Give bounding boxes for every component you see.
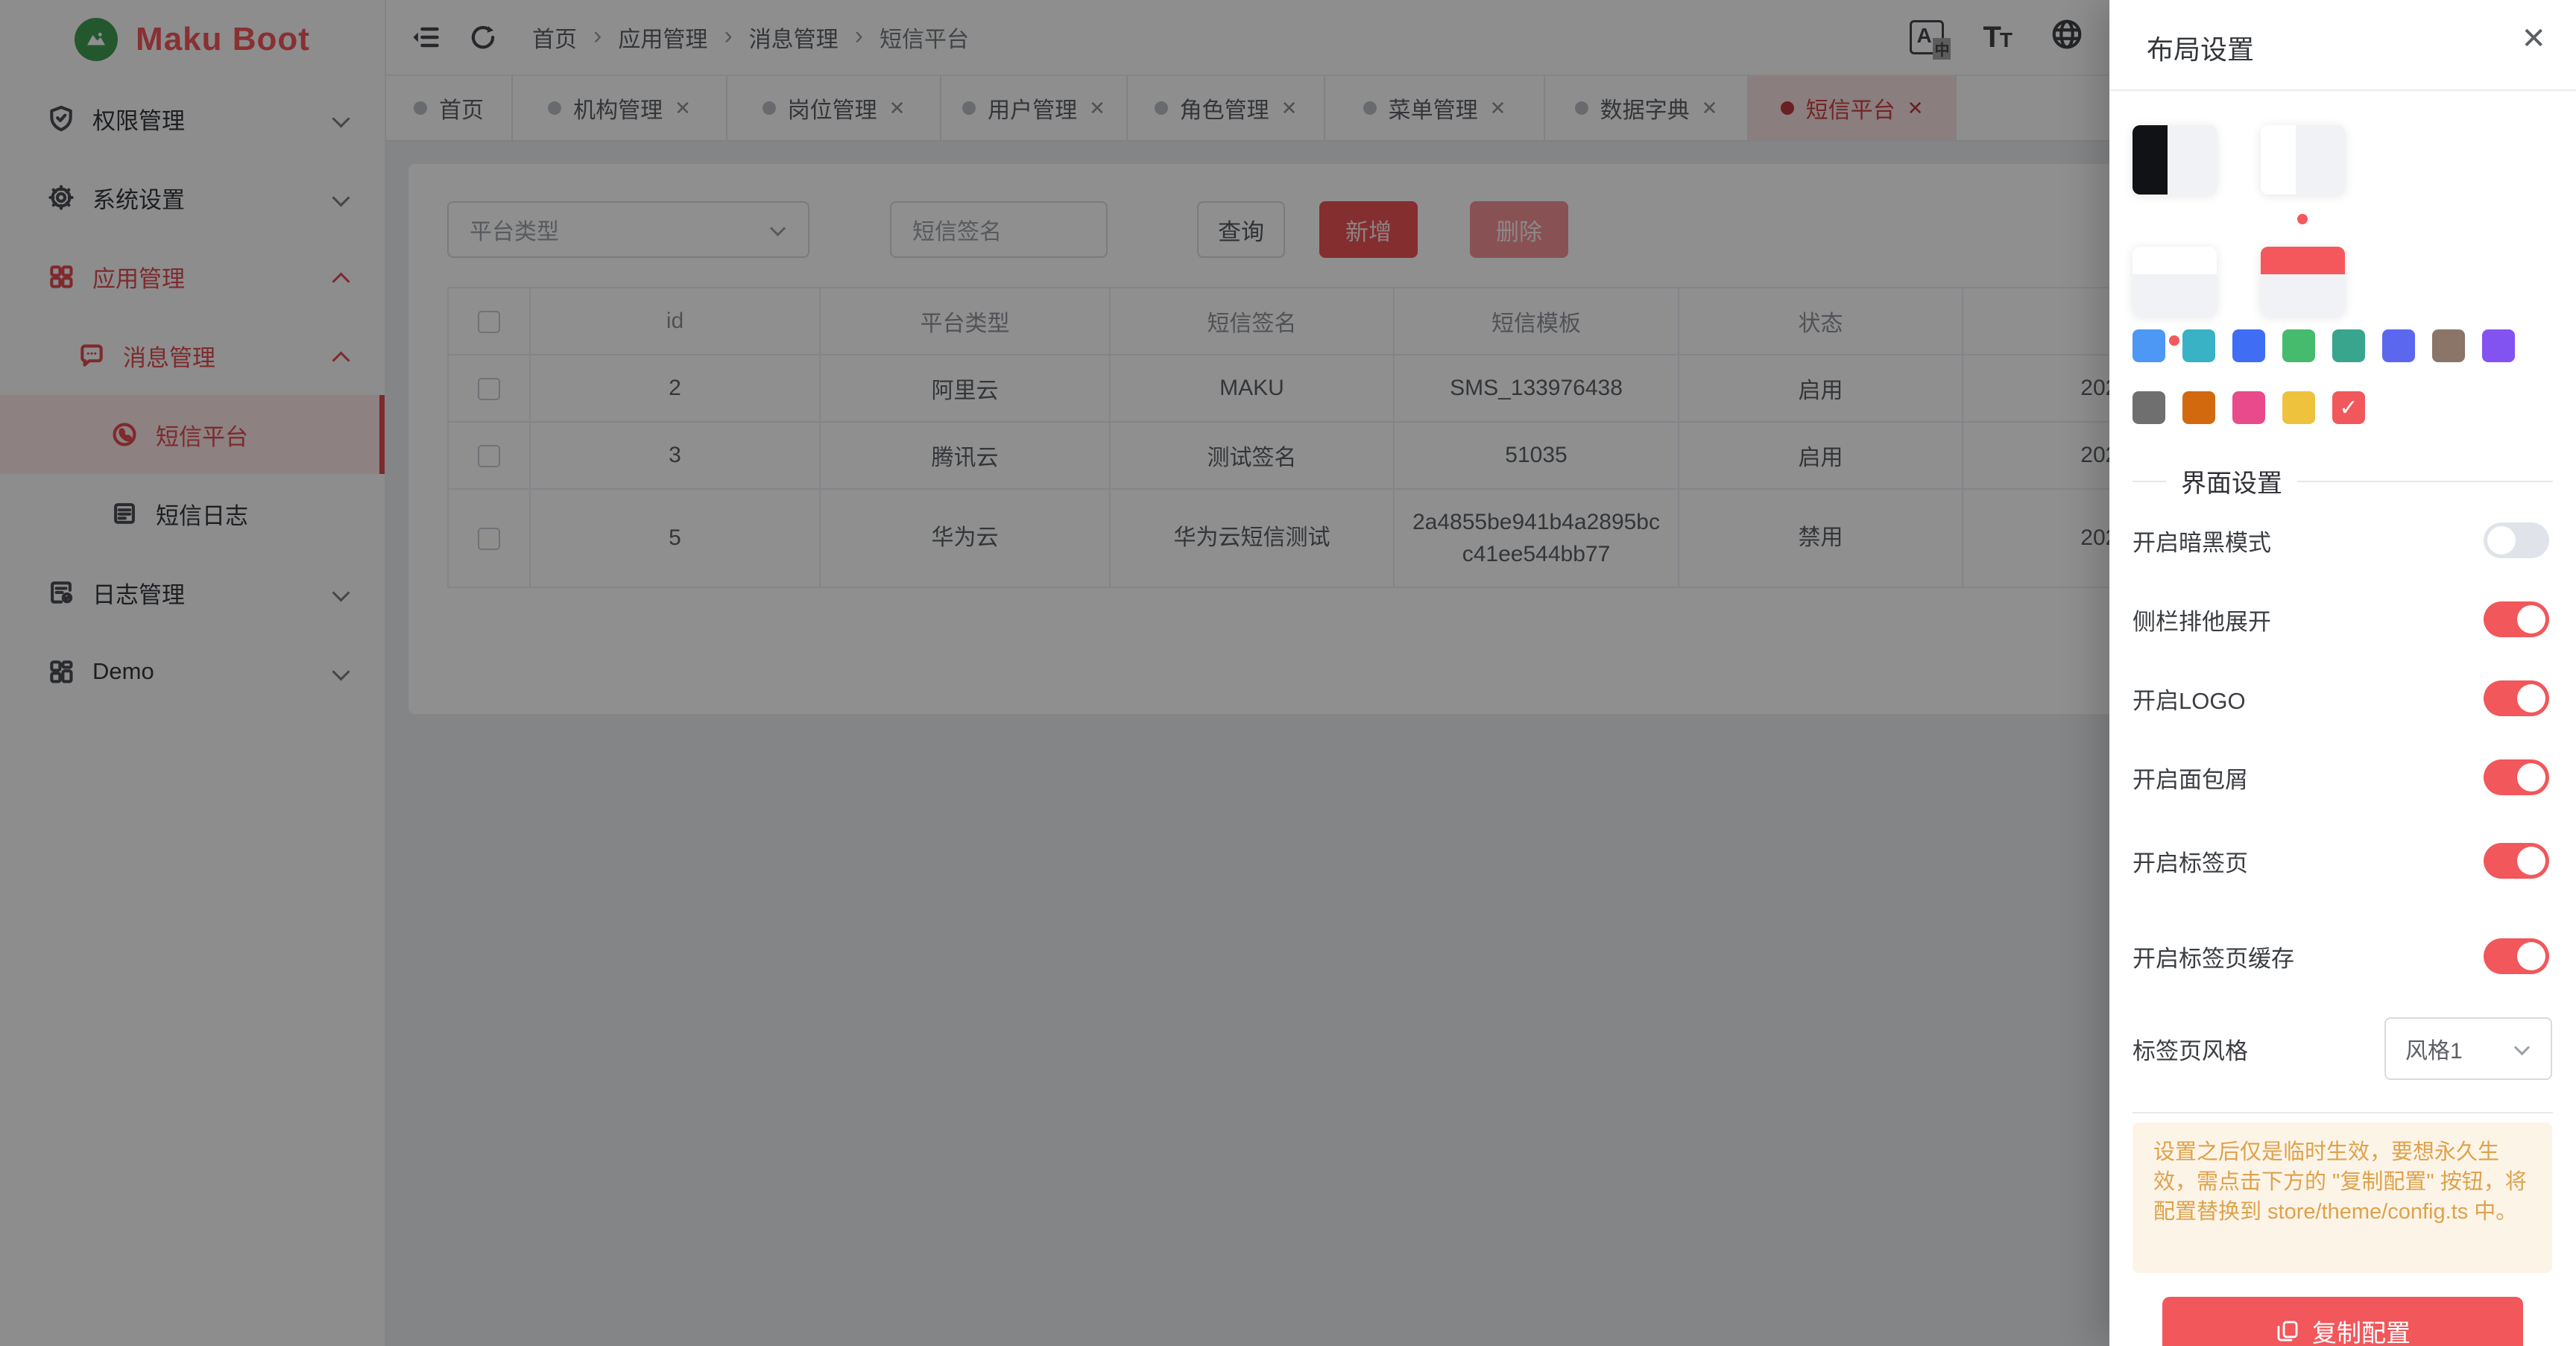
theme-color-swatch[interactable]: [2282, 329, 2315, 362]
light-header-strip: [2133, 247, 2217, 274]
copy-config-button[interactable]: 复制配置: [2162, 1297, 2523, 1346]
theme-color-row-2: ✓: [2133, 391, 2365, 424]
breadcrumb-toggle[interactable]: [2484, 759, 2549, 795]
setting-label: 开启LOGO: [2133, 682, 2246, 715]
theme-color-swatch[interactable]: [2232, 329, 2265, 362]
setting-breadcrumb: 开启面包屑: [2133, 759, 2549, 795]
layout-option-dark-sidebar[interactable]: [2133, 125, 2217, 195]
setting-tabs: 开启标签页: [2133, 843, 2549, 879]
setting-logo: 开启LOGO: [2133, 680, 2549, 716]
drawer-divider: [2133, 1112, 2553, 1113]
setting-label: 开启标签页缓存: [2133, 940, 2294, 973]
interface-settings-divider: 界面设置: [2133, 463, 2553, 499]
red-header-strip: [2261, 247, 2345, 274]
logo-toggle[interactable]: [2484, 680, 2549, 716]
app-window: Maku Boot 权限管理 系统设置 应用管理 消息管理: [0, 0, 2576, 1346]
selected-layout-dot: [2297, 214, 2308, 224]
theme-color-swatch[interactable]: [2133, 391, 2165, 424]
theme-color-swatch[interactable]: [2382, 329, 2415, 362]
tab-cache-toggle[interactable]: [2484, 938, 2549, 974]
copy-config-label: 复制配置: [2312, 1313, 2411, 1346]
light-sidebar-strip: [2261, 125, 2296, 195]
theme-color-swatch[interactable]: [2182, 391, 2215, 424]
tab-style-value: 风格1: [2405, 1032, 2463, 1065]
setting-sidebar-accordion: 侧栏排他展开: [2133, 601, 2549, 637]
chevron-down-icon: [2515, 1040, 2531, 1057]
tabs-toggle[interactable]: [2484, 843, 2549, 879]
theme-color-swatch[interactable]: [2133, 329, 2165, 362]
header-option-primary[interactable]: [2261, 247, 2345, 316]
copy-icon: [2275, 1318, 2300, 1344]
setting-label: 开启面包屑: [2133, 761, 2248, 794]
sidebar-accordion-toggle[interactable]: [2484, 601, 2549, 637]
setting-tab-cache: 开启标签页缓存: [2133, 938, 2549, 974]
layout-settings-drawer: 布局设置 ✕ ✓ 界面设置: [2109, 0, 2576, 1346]
dark-mode-toggle[interactable]: [2484, 522, 2549, 558]
drawer-title: 布局设置: [2147, 28, 2254, 67]
theme-color-swatch[interactable]: [2282, 391, 2315, 424]
close-icon[interactable]: ✕: [2521, 24, 2546, 54]
header-option-light[interactable]: [2133, 247, 2217, 316]
theme-color-swatch[interactable]: [2332, 329, 2365, 362]
theme-color-swatch[interactable]: [2182, 329, 2215, 362]
setting-label: 侧栏排他展开: [2133, 603, 2271, 636]
theme-color-swatch[interactable]: [2232, 391, 2265, 424]
check-icon: ✓: [2339, 395, 2358, 421]
dark-sidebar-strip: [2133, 125, 2168, 195]
tab-style-select[interactable]: 风格1: [2384, 1017, 2552, 1080]
theme-color-swatch[interactable]: [2482, 329, 2515, 362]
setting-label: 标签页风格: [2133, 1032, 2248, 1066]
theme-color-row-1: [2133, 329, 2515, 362]
section-title: 界面设置: [2181, 463, 2282, 499]
setting-label: 开启暗黑模式: [2133, 524, 2271, 557]
layout-option-light-sidebar[interactable]: [2261, 125, 2345, 195]
settings-notice: 设置之后仅是临时生效，要想永久生效，需点击下方的 "复制配置" 按钮，将配置替换…: [2133, 1122, 2552, 1273]
setting-dark-mode: 开启暗黑模式: [2133, 522, 2549, 558]
setting-label: 开启标签页: [2133, 844, 2248, 878]
drawer-header: 布局设置 ✕: [2109, 0, 2576, 91]
theme-color-swatch[interactable]: [2432, 329, 2465, 362]
theme-color-swatch-selected[interactable]: ✓: [2332, 391, 2365, 424]
